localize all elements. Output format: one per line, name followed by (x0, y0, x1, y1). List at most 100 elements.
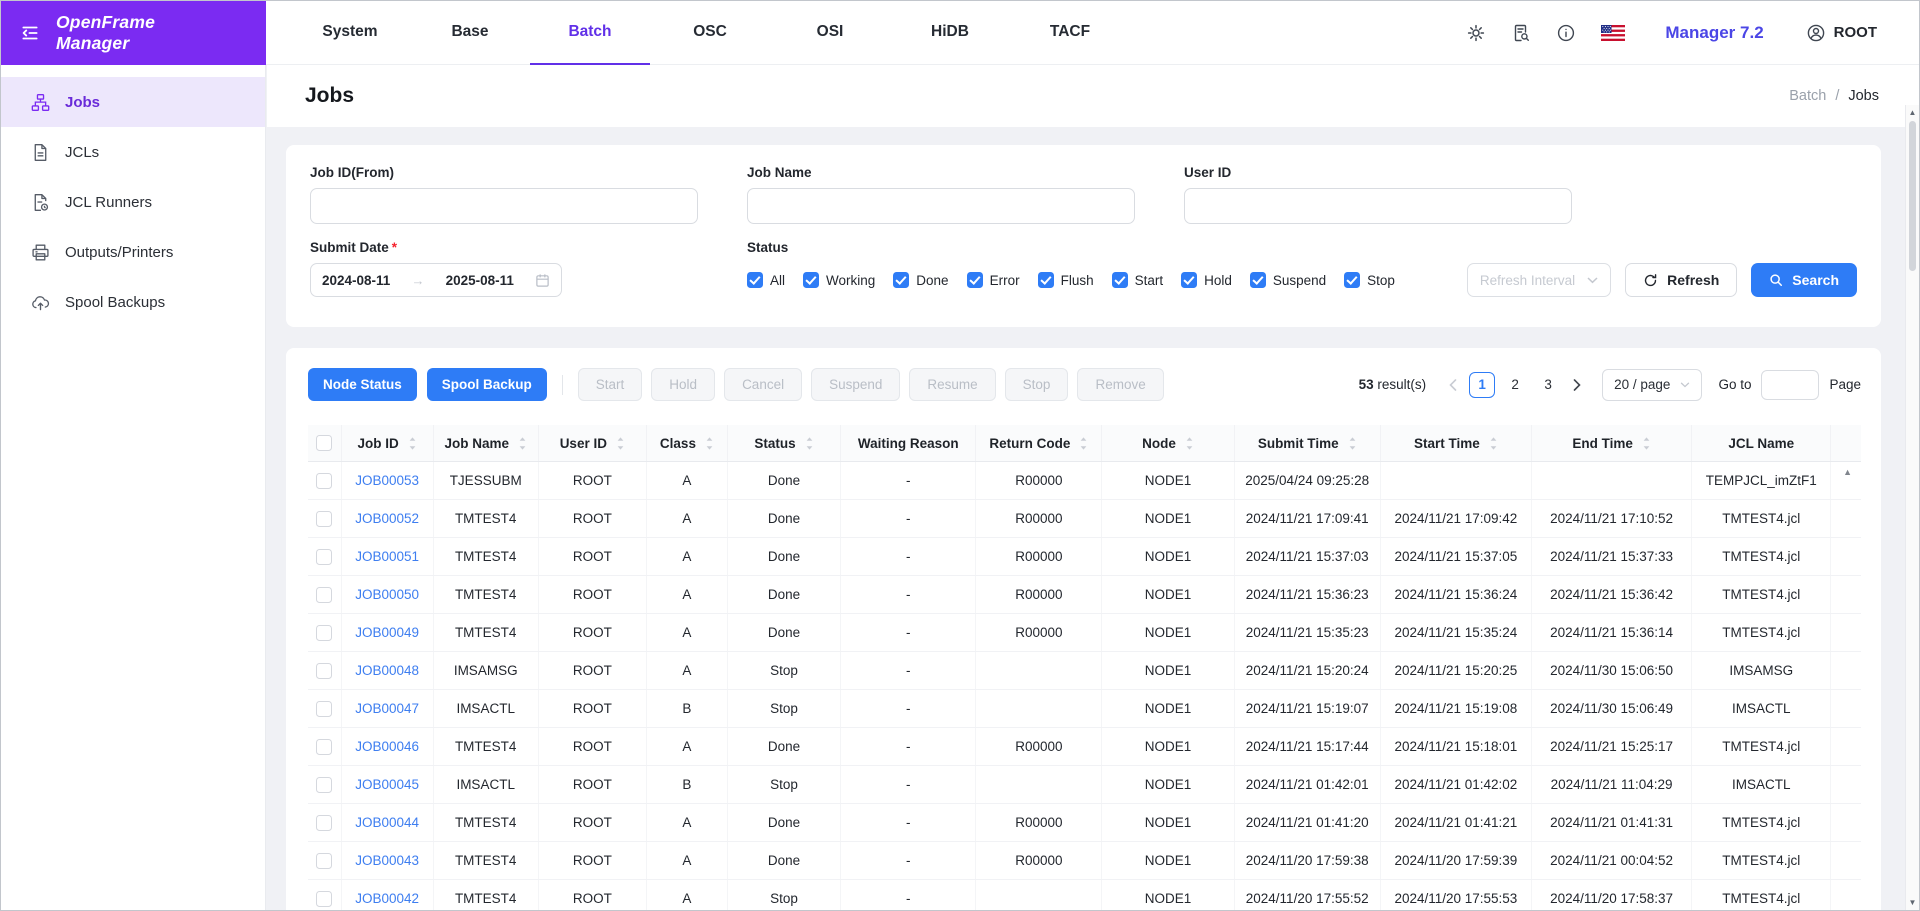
sort-icon[interactable] (705, 436, 714, 451)
sort-icon[interactable] (518, 436, 527, 451)
date-to-value[interactable]: 2025-08-11 (446, 273, 514, 288)
sidebar-item-jcls[interactable]: JCLs (1, 127, 265, 177)
job-id-link[interactable]: JOB00044 (355, 815, 419, 830)
search-button[interactable]: Search (1751, 263, 1857, 297)
table-scroll-up-arrow[interactable]: ▲ (1843, 467, 1852, 477)
tab-system[interactable]: System (290, 1, 410, 64)
row-select-cell[interactable] (308, 728, 341, 766)
column-header-node[interactable]: Node (1102, 425, 1234, 462)
job-id-link[interactable]: JOB00043 (355, 853, 419, 868)
row-select-cell[interactable] (308, 538, 341, 576)
row-checkbox[interactable] (316, 777, 332, 793)
status-checkbox-error[interactable]: Error (967, 272, 1020, 288)
row-checkbox[interactable] (316, 587, 332, 603)
row-select-cell[interactable] (308, 500, 341, 538)
job-id-link[interactable]: JOB00047 (355, 701, 419, 716)
window-scrollbar[interactable]: ▲ ▼ (1905, 105, 1919, 910)
filter-input-job-id-from[interactable] (310, 188, 698, 224)
status-checkbox-hold[interactable]: Hold (1181, 272, 1232, 288)
sort-icon[interactable] (408, 436, 417, 451)
user-menu[interactable]: ROOT (1806, 23, 1877, 43)
audit-log-icon[interactable] (1511, 23, 1531, 43)
row-select-cell[interactable] (308, 804, 341, 842)
tab-hidb[interactable]: HiDB (890, 1, 1010, 64)
status-checkbox-start[interactable]: Start (1112, 272, 1164, 288)
sidebar-item-outputs-printers[interactable]: Outputs/Printers (1, 227, 265, 277)
row-select-cell[interactable] (308, 766, 341, 804)
date-range-picker[interactable]: 2024-08-11 → 2025-08-11 (310, 263, 562, 297)
sort-icon[interactable] (1348, 436, 1357, 451)
row-select-cell[interactable] (308, 462, 341, 500)
status-checkbox-all[interactable]: All (747, 272, 785, 288)
tab-osi[interactable]: OSI (770, 1, 890, 64)
job-id-link[interactable]: JOB00050 (355, 587, 419, 602)
info-icon[interactable] (1556, 23, 1576, 43)
sidebar-item-spool-backups[interactable]: Spool Backups (1, 277, 265, 327)
sidebar-collapse-icon[interactable] (19, 22, 41, 44)
column-header-job-id[interactable]: Job ID (341, 425, 433, 462)
row-checkbox[interactable] (316, 701, 332, 717)
job-id-link[interactable]: JOB00052 (355, 511, 419, 526)
status-checkbox-stop[interactable]: Stop (1344, 272, 1395, 288)
select-all-checkbox[interactable] (316, 435, 332, 451)
sort-icon[interactable] (616, 436, 625, 451)
page-number-3[interactable]: 3 (1535, 372, 1561, 398)
filter-input-user-id[interactable] (1184, 188, 1572, 224)
sidebar-item-jcl-runners[interactable]: JCL Runners (1, 177, 265, 227)
page-number-2[interactable]: 2 (1502, 372, 1528, 398)
row-checkbox[interactable] (316, 891, 332, 907)
column-header-submit-time[interactable]: Submit Time (1234, 425, 1380, 462)
column-header-class[interactable]: Class (646, 425, 727, 462)
column-header-end-time[interactable]: End Time (1531, 425, 1691, 462)
job-id-link[interactable]: JOB00046 (355, 739, 419, 754)
row-checkbox[interactable] (316, 853, 332, 869)
spool-backup-button[interactable]: Spool Backup (427, 368, 547, 401)
row-checkbox[interactable] (316, 739, 332, 755)
tab-osc[interactable]: OSC (650, 1, 770, 64)
row-select-cell[interactable] (308, 842, 341, 880)
column-header-user-id[interactable]: User ID (538, 425, 646, 462)
goto-page-input[interactable] (1761, 370, 1819, 400)
job-id-link[interactable]: JOB00048 (355, 663, 419, 678)
row-checkbox[interactable] (316, 511, 332, 527)
us-flag-icon[interactable] (1601, 25, 1625, 41)
filter-input-job-name[interactable] (747, 188, 1135, 224)
node-status-button[interactable]: Node Status (308, 368, 417, 401)
row-checkbox[interactable] (316, 549, 332, 565)
job-id-link[interactable]: JOB00042 (355, 891, 419, 906)
job-id-link[interactable]: JOB00049 (355, 625, 419, 640)
column-header-status[interactable]: Status (727, 425, 840, 462)
status-checkbox-done[interactable]: Done (893, 272, 948, 288)
sort-icon[interactable] (1185, 436, 1194, 451)
job-id-link[interactable]: JOB00045 (355, 777, 419, 792)
row-select-cell[interactable] (308, 614, 341, 652)
status-checkbox-suspend[interactable]: Suspend (1250, 272, 1326, 288)
row-select-cell[interactable] (308, 652, 341, 690)
row-checkbox[interactable] (316, 815, 332, 831)
page-size-select[interactable]: 20 / page (1602, 369, 1702, 401)
row-select-cell[interactable] (308, 880, 341, 911)
column-header-start-time[interactable]: Start Time (1380, 425, 1531, 462)
refresh-interval-select[interactable]: Refresh Interval (1467, 263, 1611, 297)
row-checkbox[interactable] (316, 625, 332, 641)
row-checkbox[interactable] (316, 473, 332, 489)
sidebar-item-jobs[interactable]: Jobs (1, 77, 265, 127)
status-checkbox-working[interactable]: Working (803, 272, 875, 288)
prev-page-button[interactable] (1444, 372, 1462, 398)
sort-icon[interactable] (1489, 436, 1498, 451)
row-select-cell[interactable] (308, 690, 341, 728)
scrollbar-thumb[interactable] (1909, 121, 1916, 271)
row-select-cell[interactable] (308, 576, 341, 614)
column-header-job-name[interactable]: Job Name (433, 425, 538, 462)
row-checkbox[interactable] (316, 663, 332, 679)
scroll-down-arrow[interactable]: ▼ (1906, 898, 1919, 907)
status-checkbox-flush[interactable]: Flush (1038, 272, 1094, 288)
job-id-link[interactable]: JOB00051 (355, 549, 419, 564)
select-all-header[interactable] (308, 425, 341, 462)
date-from-value[interactable]: 2024-08-11 (322, 273, 390, 288)
column-header-return-code[interactable]: Return Code (976, 425, 1102, 462)
sort-icon[interactable] (805, 436, 814, 451)
refresh-button[interactable]: Refresh (1625, 263, 1737, 297)
tab-base[interactable]: Base (410, 1, 530, 64)
sort-icon[interactable] (1642, 436, 1651, 451)
